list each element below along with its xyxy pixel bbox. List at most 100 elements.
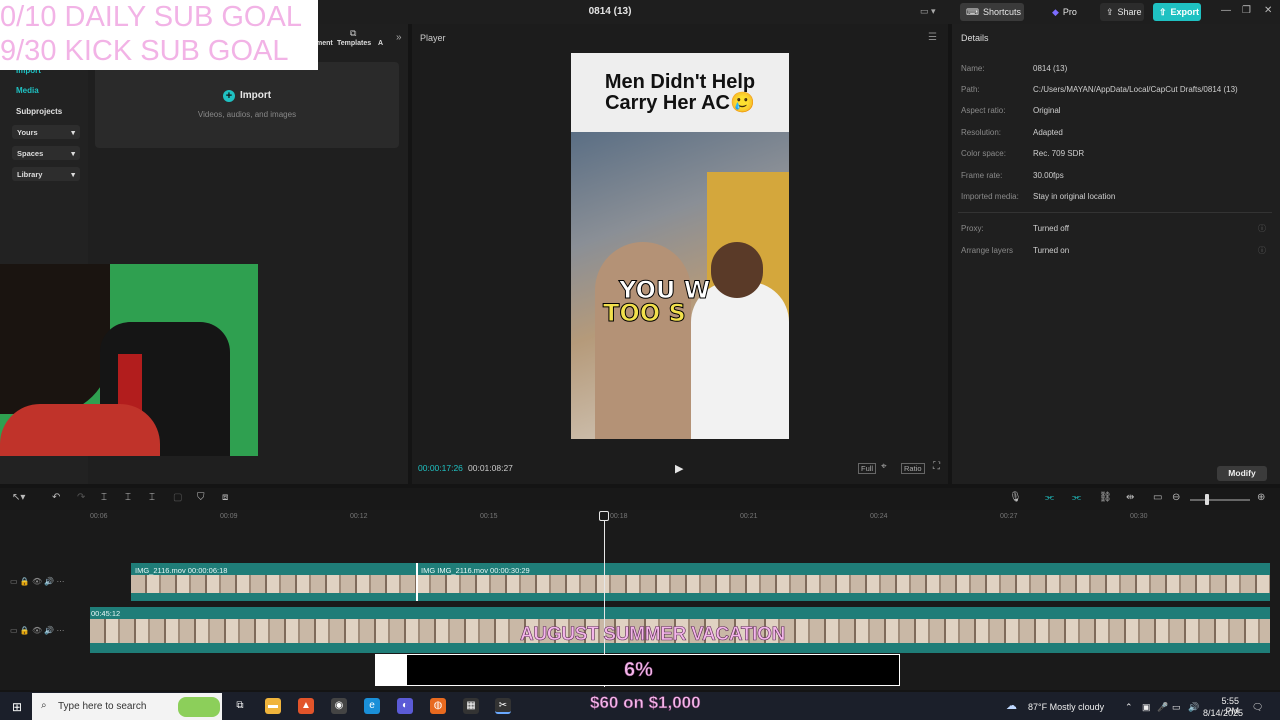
keyboard-icon: ⌨ bbox=[966, 6, 979, 17]
tab-element[interactable]: ment bbox=[316, 40, 333, 47]
align-icon[interactable]: ⇹ bbox=[1126, 492, 1134, 503]
split-left-icon[interactable]: ⌶ bbox=[125, 492, 131, 503]
share-icon: ⇪ bbox=[1106, 6, 1114, 17]
auto-caption-icon[interactable]: ⧈ bbox=[222, 492, 228, 503]
obs-icon[interactable]: ◉ bbox=[331, 698, 347, 714]
windows-start-icon[interactable]: ⊞ bbox=[12, 700, 22, 714]
clock-date[interactable]: 8/14/2025 bbox=[1203, 708, 1243, 718]
zoom-in-icon[interactable]: ⊕ bbox=[1257, 492, 1265, 503]
detail-label: Frame rate: bbox=[961, 171, 1003, 180]
detail-value: Rec. 709 SDR bbox=[1033, 149, 1085, 158]
nav-dropdown-library[interactable]: Library ▾ bbox=[12, 167, 80, 181]
chevron-down-icon: ▾ bbox=[71, 128, 75, 137]
zoom-slider-handle[interactable] bbox=[1205, 494, 1209, 505]
nav-dropdown-yours[interactable]: Yours ▾ bbox=[12, 125, 80, 139]
shortcuts-button[interactable]: ⌨ Shortcuts bbox=[960, 3, 1024, 21]
video-clip[interactable] bbox=[131, 563, 1270, 601]
split-right-icon[interactable]: ⌶ bbox=[149, 492, 155, 503]
restore-icon[interactable]: ❐ bbox=[1242, 5, 1251, 16]
ratio-button[interactable]: Ratio bbox=[901, 463, 925, 474]
modify-button[interactable]: Modify bbox=[1217, 466, 1267, 481]
chain-icon[interactable]: ⛓ bbox=[1099, 492, 1112, 503]
microphone-icon[interactable]: 🎙 bbox=[1009, 492, 1022, 503]
edge-icon[interactable]: e bbox=[364, 698, 380, 714]
detail-label: Color space: bbox=[961, 149, 1006, 158]
track-controls[interactable]: ▭ 🔒 👁 🔊 ⋯ bbox=[10, 577, 65, 586]
expand-tabs-icon[interactable]: » bbox=[396, 32, 402, 43]
brave-browser-icon[interactable]: ▲ bbox=[298, 698, 314, 714]
nav-item-media[interactable]: Media bbox=[16, 86, 39, 95]
layout-icon[interactable]: ▭ ▾ bbox=[920, 6, 936, 17]
detail-label: Imported media: bbox=[961, 192, 1019, 201]
detail-value: 0814 (13) bbox=[1033, 64, 1068, 73]
gecko-widget-icon bbox=[178, 697, 220, 717]
tray-app-icon[interactable]: ▣ bbox=[1142, 702, 1151, 713]
person-hair bbox=[0, 264, 110, 414]
webcam-feed bbox=[0, 264, 258, 456]
minimize-icon[interactable]: — bbox=[1221, 5, 1231, 16]
tab-templates[interactable]: Templates bbox=[337, 40, 371, 47]
detail-label: Path: bbox=[961, 85, 980, 94]
split-icon[interactable]: ⌶ bbox=[101, 492, 107, 503]
undo-icon[interactable]: ↶ bbox=[52, 492, 60, 503]
file-explorer-icon[interactable]: ▬ bbox=[265, 698, 281, 714]
tray-chevron-icon[interactable]: ⌃ bbox=[1125, 702, 1133, 713]
nav-dropdown-spaces[interactable]: Spaces ▾ bbox=[12, 146, 80, 160]
weather-icon: ☁ bbox=[1006, 700, 1017, 712]
nav-item-subprojects[interactable]: Subprojects bbox=[16, 107, 62, 116]
ruler-tick: 00:21 bbox=[740, 513, 758, 520]
playhead-handle[interactable] bbox=[599, 511, 609, 521]
import-button[interactable]: + Import bbox=[95, 90, 399, 102]
clip-split-marker[interactable] bbox=[416, 563, 418, 601]
clip-thumbnails bbox=[131, 575, 1270, 593]
share-button[interactable]: ⇪ Share bbox=[1100, 3, 1144, 21]
close-icon[interactable]: ✕ bbox=[1264, 5, 1272, 16]
menu-icon[interactable]: ☰ bbox=[928, 32, 937, 43]
capcut-icon[interactable]: ✂ bbox=[495, 698, 511, 714]
ruler-tick: 00:09 bbox=[220, 513, 238, 520]
ruler-tick: 00:15 bbox=[480, 513, 498, 520]
volume-icon[interactable]: 🔊 bbox=[1188, 702, 1199, 713]
ruler-tick: 00:27 bbox=[1000, 513, 1018, 520]
play-icon[interactable]: ▶ bbox=[675, 462, 683, 475]
pro-button[interactable]: ◆ Pro bbox=[1046, 3, 1086, 21]
import-box[interactable]: + Import Videos, audios, and images bbox=[95, 62, 399, 148]
weather-text[interactable]: 87°F Mostly cloudy bbox=[1028, 702, 1104, 712]
donation-progress-bar: 6% bbox=[375, 654, 900, 686]
microphone-tray-icon[interactable]: 🎤 bbox=[1157, 702, 1168, 713]
fullscreen-icon[interactable]: ⛶ bbox=[933, 461, 940, 472]
detail-value: Turned on bbox=[1033, 246, 1070, 255]
detail-label: Proxy: bbox=[961, 224, 984, 233]
export-icon: ⇧ bbox=[1159, 6, 1167, 17]
select-tool-icon[interactable]: ↖▾ bbox=[12, 492, 25, 503]
tab-more[interactable]: A bbox=[378, 40, 383, 47]
info-icon[interactable]: ⓘ bbox=[1258, 245, 1266, 256]
info-icon[interactable]: ⓘ bbox=[1258, 223, 1266, 234]
details-title: Details bbox=[961, 33, 989, 43]
discord-icon[interactable]: ◐ bbox=[397, 698, 413, 714]
stream-banner: AUGUST SUMMER VACATION bbox=[520, 624, 786, 646]
delete-icon[interactable]: ▢ bbox=[173, 492, 182, 503]
app-icon[interactable]: ▦ bbox=[463, 698, 479, 714]
full-button[interactable]: Full bbox=[858, 463, 877, 474]
preview-icon[interactable]: ▭ bbox=[1153, 492, 1162, 503]
timeline-toolbar bbox=[0, 488, 1280, 510]
templates-icon: ⧉ bbox=[350, 28, 357, 38]
notification-icon[interactable]: 🗨 bbox=[1252, 702, 1263, 713]
detail-value: C:/Users/MAYAN/AppData/Local/CapCut Draf… bbox=[1033, 85, 1238, 94]
firefox-icon[interactable]: ◍ bbox=[430, 698, 446, 714]
network-icon[interactable]: ▭ bbox=[1172, 702, 1181, 713]
zoom-out-icon[interactable]: ⊖ bbox=[1172, 492, 1180, 503]
link-icon[interactable]: ⫘ bbox=[1072, 492, 1081, 503]
track-controls[interactable]: ▭ 🔒 👁 🔊 ⋯ bbox=[10, 626, 65, 635]
video-preview[interactable]: Men Didn't Help Carry Her AC🥲 YOU W TOO … bbox=[571, 53, 789, 439]
detail-value: Adapted bbox=[1033, 128, 1063, 137]
shield-icon[interactable]: ⛉ bbox=[197, 492, 205, 503]
redo-icon[interactable]: ↷ bbox=[77, 492, 85, 503]
export-button[interactable]: ⇧ Export bbox=[1153, 3, 1201, 21]
magnet-icon[interactable]: ⫘ bbox=[1045, 492, 1054, 503]
zoom-slider[interactable] bbox=[1190, 499, 1250, 501]
focus-icon[interactable]: ⌖ bbox=[881, 461, 887, 472]
task-view-icon[interactable]: ⧉ bbox=[232, 698, 248, 714]
video-caption-line2: TOO S bbox=[603, 299, 687, 328]
